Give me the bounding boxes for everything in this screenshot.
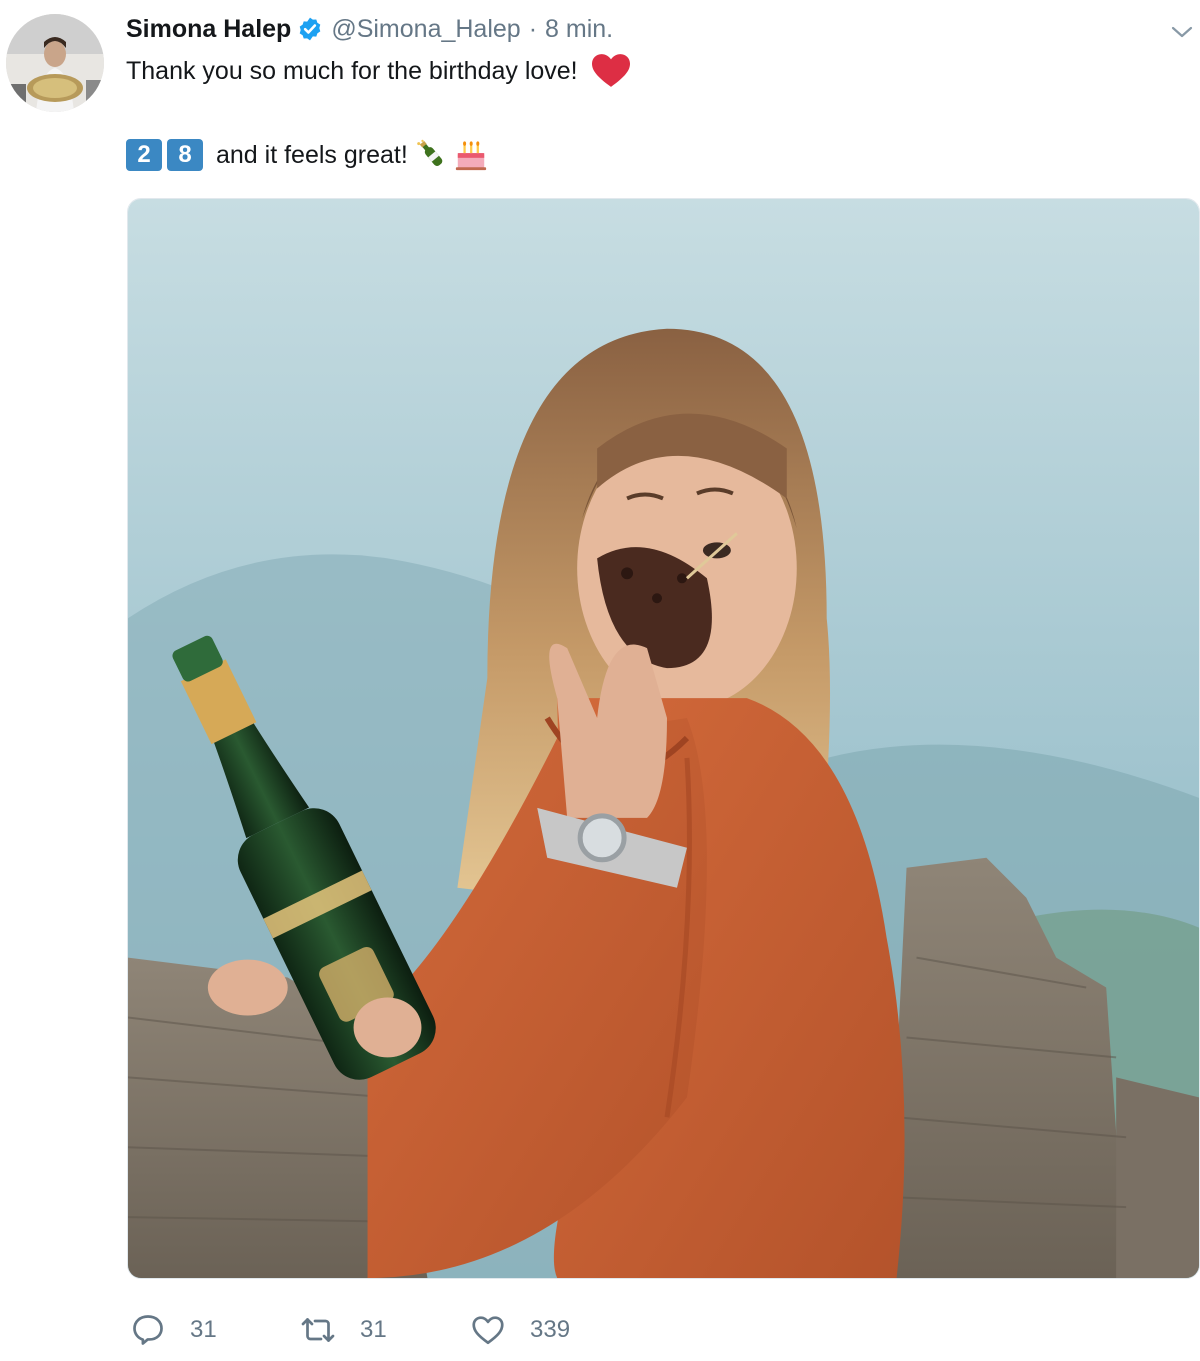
heart-outline-icon [472, 1316, 504, 1345]
tweet-timestamp[interactable]: 8 min. [545, 15, 613, 44]
keycap-digit: 2 [126, 139, 162, 171]
header-separator: · [528, 14, 538, 43]
tweet-photo[interactable] [127, 198, 1200, 1279]
tweet-text-line-1: Thank you so much for the birthday love! [126, 54, 630, 88]
like-button[interactable]: 339 [470, 1312, 640, 1348]
tweet-actions: 31 31 339 [130, 1308, 640, 1352]
tweet-header: Simona Halep @Simona_Halep · 8 min. [126, 12, 613, 46]
chevron-down-icon[interactable] [1170, 20, 1194, 44]
birthday-cake-icon [455, 141, 486, 171]
reply-count: 31 [190, 1316, 217, 1343]
keycap-digit: 8 [167, 139, 203, 171]
like-count: 339 [530, 1316, 571, 1343]
red-heart-icon [591, 54, 630, 87]
retweet-button[interactable]: 31 [300, 1312, 470, 1348]
author-display-name[interactable]: Simona Halep [126, 15, 291, 44]
champagne-bottle-icon [417, 139, 443, 167]
reply-icon [133, 1315, 163, 1345]
author-handle[interactable]: @Simona_Halep [331, 15, 520, 44]
tweet-text: and it feels great! [216, 140, 408, 169]
tweet-text: Thank you so much for the birthday love! [126, 56, 578, 85]
tweet-text-line-2: 2 8 and it feels great! [126, 138, 488, 172]
verified-badge-icon [300, 17, 321, 41]
profile-avatar[interactable] [6, 14, 104, 112]
reply-button[interactable]: 31 [130, 1312, 300, 1348]
retweet-icon [301, 1318, 335, 1342]
photo-illustration [128, 199, 1199, 1278]
retweet-count: 31 [360, 1316, 387, 1343]
tweet[interactable]: Simona Halep @Simona_Halep · 8 min. Than… [0, 0, 1200, 1361]
